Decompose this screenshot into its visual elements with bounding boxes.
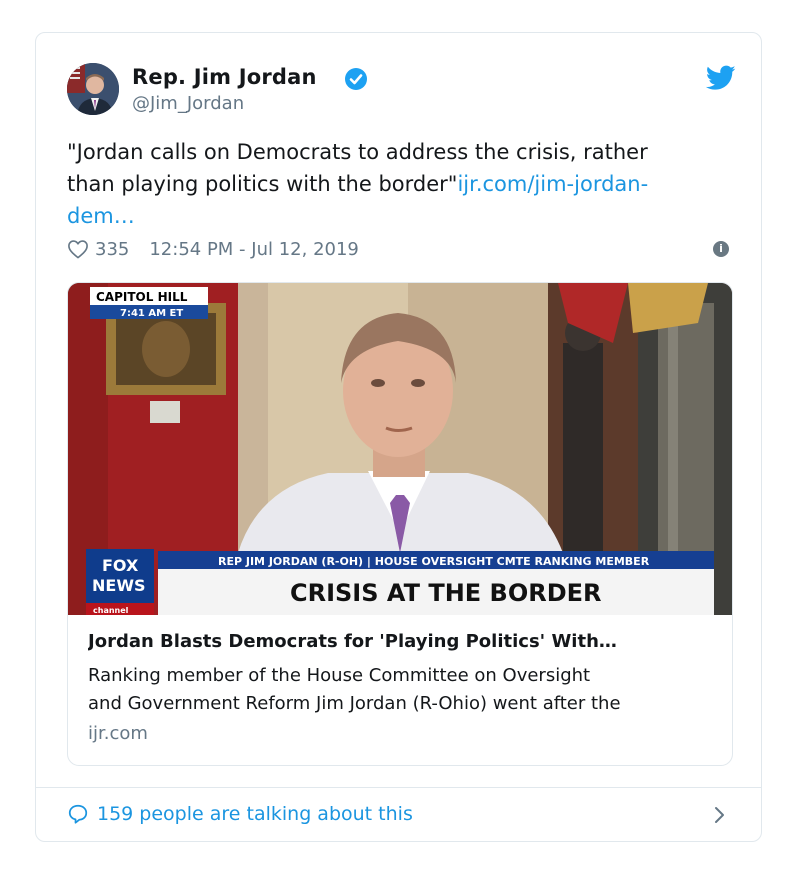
like-count[interactable]: 335 [95,239,129,260]
link-preview-title[interactable]: Jordan Blasts Democrats for 'Playing Pol… [88,631,718,652]
link-preview-description: Ranking member of the House Committee on… [88,662,718,718]
chevron-right-icon[interactable] [713,803,727,827]
fox-logo-line2: NEWS [92,576,146,595]
author-handle[interactable]: @Jim_Jordan [132,93,244,114]
tweet-embed-card: Rep. Jim Jordan @Jim_Jordan "Jordan call… [35,32,762,842]
verified-badge-icon [345,68,367,90]
fox-logo-line1: FOX [102,556,139,575]
avatar[interactable] [67,63,119,115]
link-preview-card[interactable]: CAPITOL HILL 7:41 AM ET REP JIM JORDAN (… [67,282,733,766]
news-broadcast-scene: CAPITOL HILL 7:41 AM ET REP JIM JORDAN (… [68,283,732,615]
tweet-text-line1: "Jordan calls on Democrats to address th… [67,140,648,164]
location-tag: CAPITOL HILL [96,290,188,304]
conversation-count-text[interactable]: 159 people are talking about this [97,803,413,825]
link-preview-description-line1: Ranking member of the House Committee on… [88,665,591,686]
fox-logo-line3: channel [93,606,129,615]
tweet-text: "Jordan calls on Democrats to address th… [67,136,737,232]
divider [36,787,761,788]
tweet-link-continued[interactable]: dem… [67,204,135,228]
tweet-meta: 335 12:54 PM - Jul 12, 2019 [67,236,359,262]
tweet-text-line2: than playing politics with the border" [67,172,458,196]
tweet-link[interactable]: ijr.com/jim-jordan- [457,172,648,196]
author-name[interactable]: Rep. Jim Jordan [132,65,317,89]
chyron-headline: CRISIS AT THE BORDER [290,579,602,607]
speech-bubble-icon [68,804,88,824]
tweet-timestamp[interactable]: 12:54 PM - Jul 12, 2019 [149,239,359,260]
twitter-bird-icon[interactable] [706,65,736,91]
avatar-image [67,63,119,115]
link-preview-domain: ijr.com [88,723,148,744]
chyron-subline: REP JIM JORDAN (R-OH) | HOUSE OVERSIGHT … [218,555,650,568]
heart-icon[interactable] [67,239,89,259]
time-tag: 7:41 AM ET [120,308,183,319]
conversation-link[interactable]: 159 people are talking about this [67,803,413,825]
link-preview-description-line2: and Government Reform Jim Jordan (R-Ohio… [88,693,621,714]
link-preview-image: CAPITOL HILL 7:41 AM ET REP JIM JORDAN (… [68,283,732,615]
info-icon[interactable]: i [713,241,729,257]
